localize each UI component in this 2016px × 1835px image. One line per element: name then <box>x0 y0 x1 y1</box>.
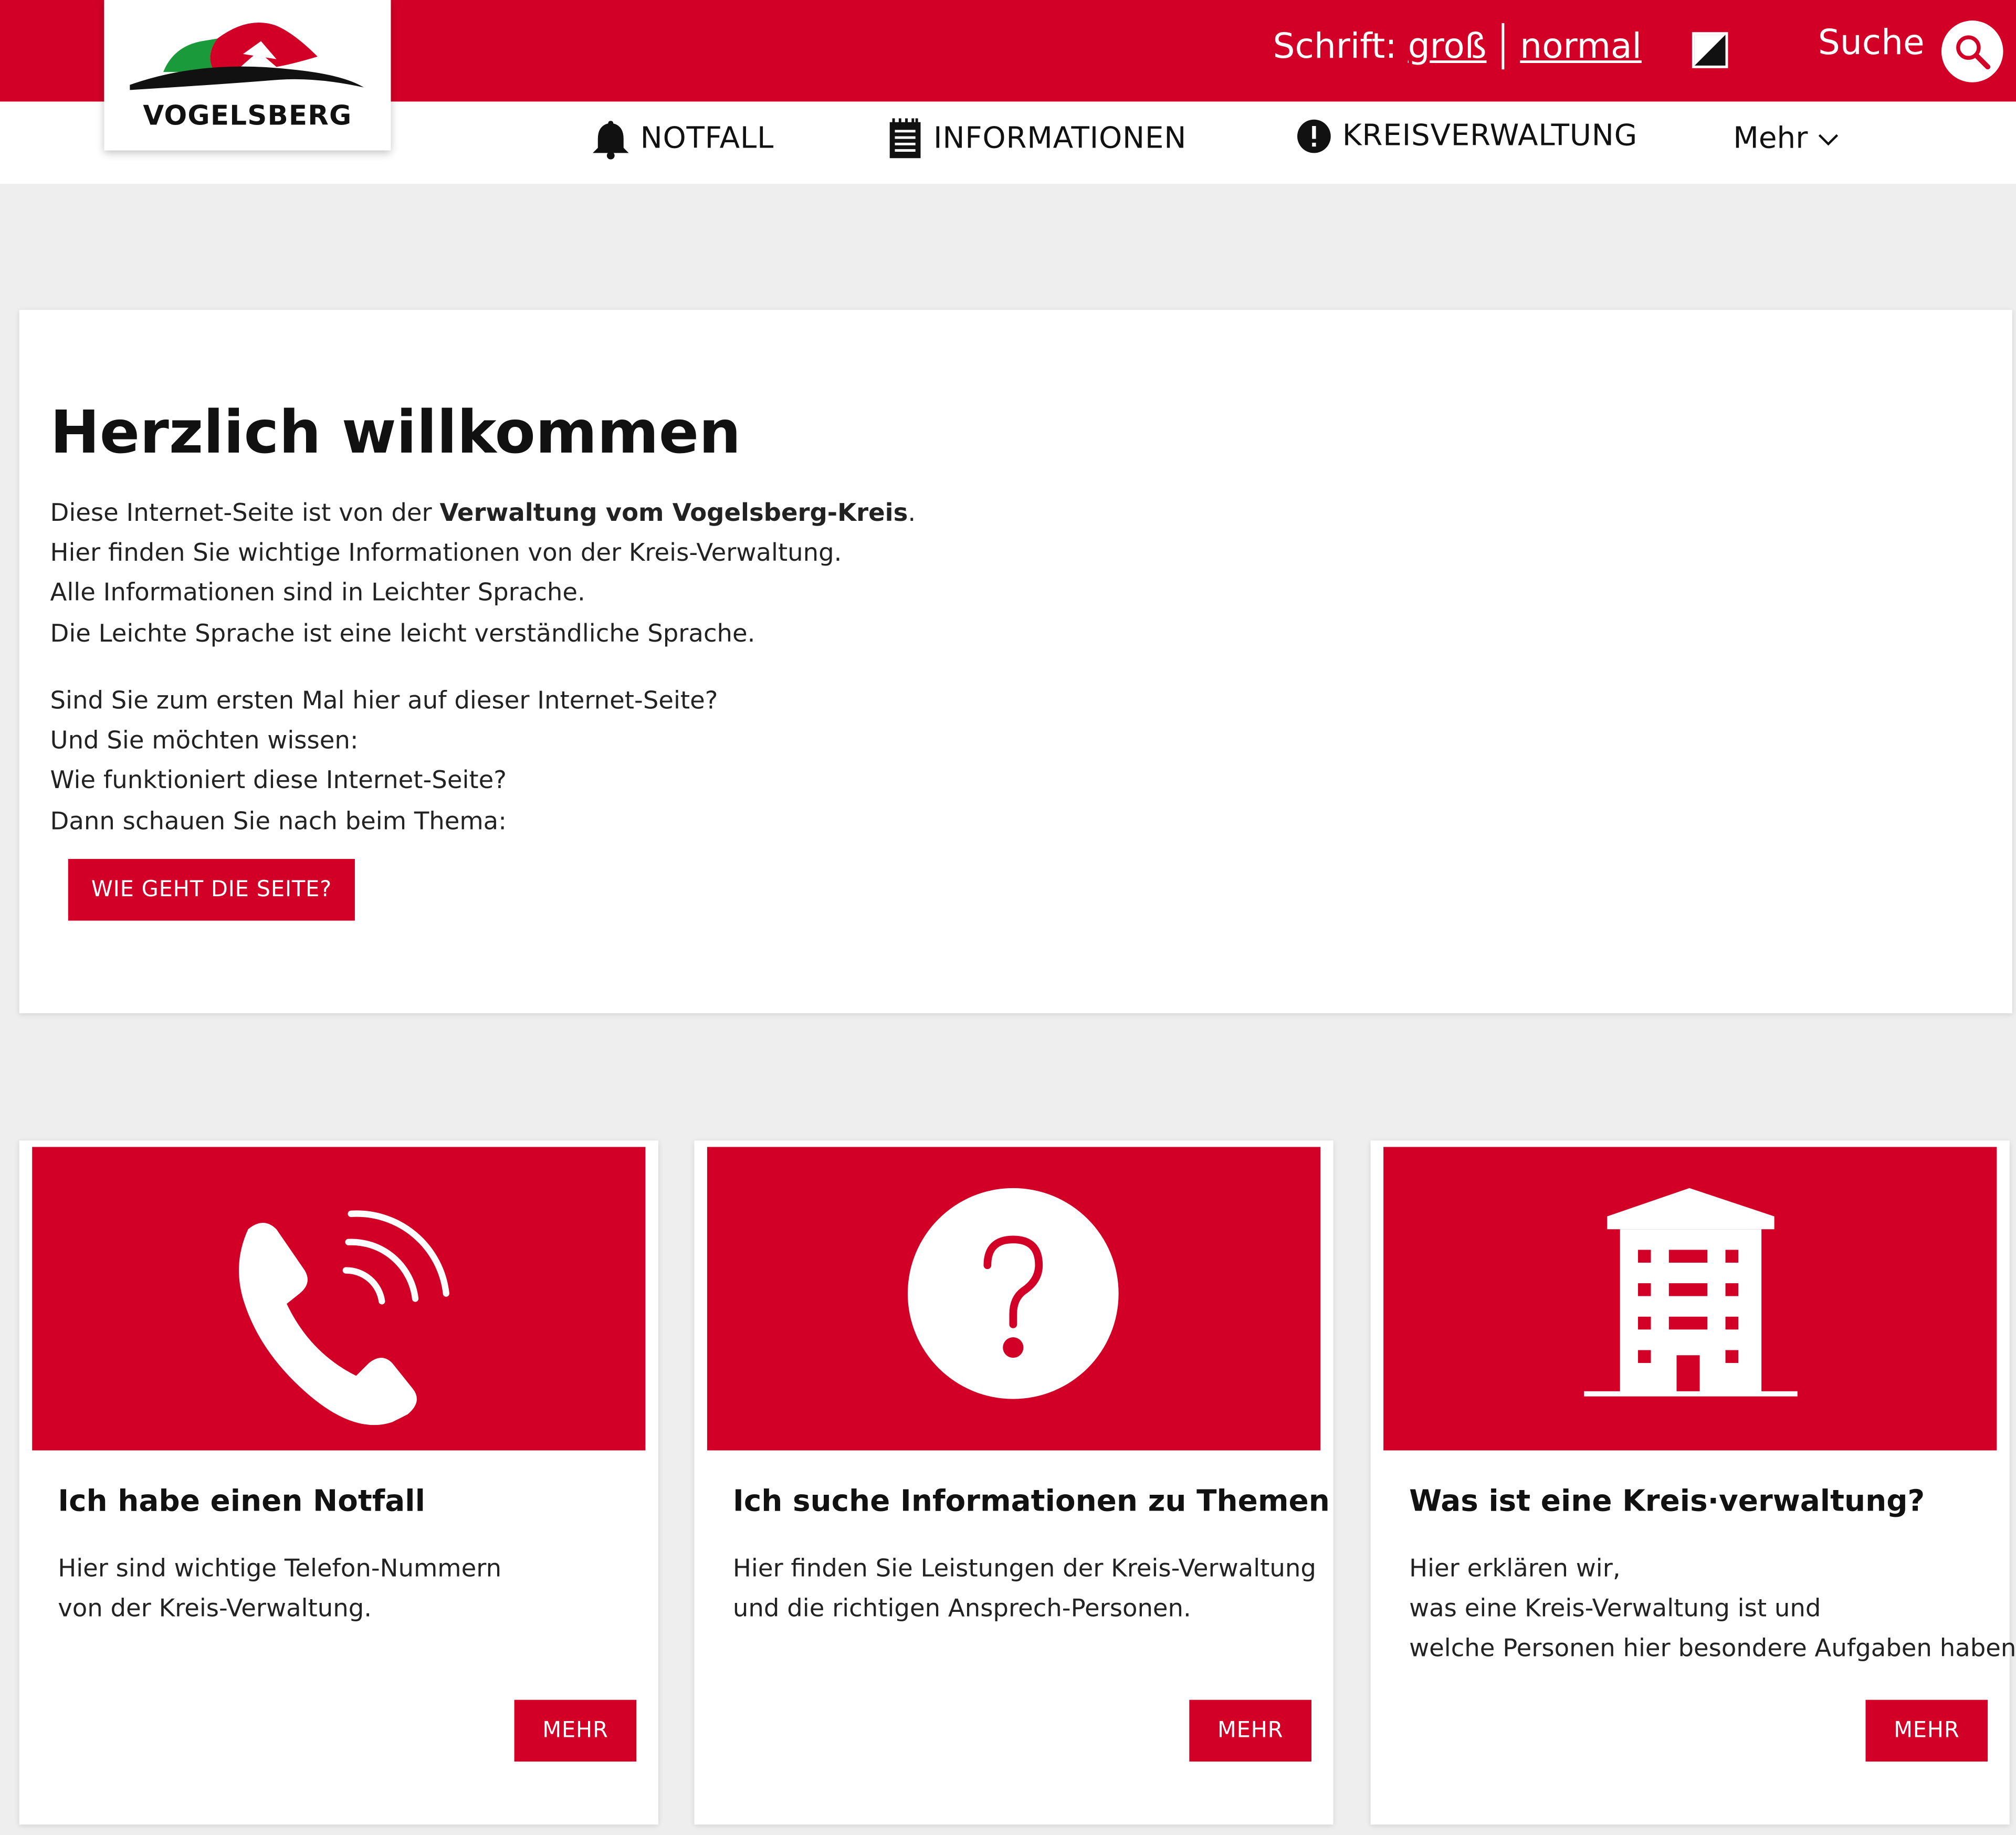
intro-line: Hier finden Sie wichtige Informationen v… <box>50 539 842 568</box>
intro-text: . <box>908 499 916 528</box>
phone-icon <box>239 1210 449 1425</box>
nav-item-notfall[interactable]: NOTFALL <box>592 118 774 160</box>
nav-more-label: Mehr <box>1733 122 1808 156</box>
more-button[interactable]: MEHR <box>514 1700 637 1762</box>
font-size-large-link[interactable]: groß <box>1408 26 1487 66</box>
more-button[interactable]: MEHR <box>1189 1700 1311 1762</box>
intro-bold-text: Verwaltung vom Vogelsberg-Kreis <box>439 499 908 528</box>
page-title: Herzlich willkommen <box>50 397 741 467</box>
intro-line: Die Leichte Sprache ist eine leicht vers… <box>50 619 755 648</box>
card-text-line: Hier finden Sie Leistungen der Kreis-Ver… <box>732 1554 1316 1583</box>
help-line: Sind Sie zum ersten Mal hier auf dieser … <box>50 686 718 715</box>
help-line: Dann schauen Sie nach beim Thema: <box>50 807 507 835</box>
card-text-line: Hier sind wichtige Telefon-Nummern <box>58 1554 502 1583</box>
card-text-line: von der Kreis-Verwaltung. <box>58 1594 372 1623</box>
card-image <box>1383 1147 1997 1451</box>
help-line: Wie funktioniert diese Internet-Seite? <box>50 767 507 795</box>
font-size-label: Schrift: <box>1273 26 1397 67</box>
nav-item-label: INFORMATIONEN <box>933 122 1187 156</box>
font-size-switch: Schrift: groß normal <box>1273 23 1642 70</box>
info-exclamation-icon <box>1296 118 1332 154</box>
contrast-toggle-icon[interactable] <box>1692 32 1728 68</box>
intro-line: Diese Internet-Seite ist von der Verwalt… <box>50 494 916 533</box>
card-title: Ich habe einen Notfall <box>58 1485 425 1519</box>
card-description: Hier erklären wir, was eine Kreis-Verwal… <box>1409 1549 2016 1669</box>
chevron-down-icon <box>1818 134 1839 146</box>
more-button[interactable]: MEHR <box>1865 1700 1988 1762</box>
card-description: Hier finden Sie Leistungen der Kreis-Ver… <box>733 1549 1316 1629</box>
intro-text: Diese Internet-Seite ist von der <box>50 499 440 528</box>
nav-item-label: NOTFALL <box>640 122 774 156</box>
card-description: Hier sind wichtige Telefon-Nummern von d… <box>58 1549 501 1629</box>
card-title: Was ist eine Kreis·verwaltung? <box>1409 1485 1925 1519</box>
help-line: Und Sie möchten wissen: <box>50 727 359 756</box>
card-notfall: Ich habe einen Notfall Hier sind wichtig… <box>19 1140 658 1825</box>
card-image <box>707 1147 1321 1451</box>
card-informationen: Ich suche Informationen zu Themen Hier f… <box>694 1140 1334 1825</box>
nav-more-dropdown[interactable]: Mehr <box>1733 122 1841 156</box>
nav-item-informationen[interactable]: INFORMATIONEN <box>887 118 1186 159</box>
font-size-normal-link[interactable]: normal <box>1520 26 1642 66</box>
search-label[interactable]: Suche <box>1818 23 1925 63</box>
bell-icon <box>592 118 630 160</box>
search-icon <box>1956 35 1991 70</box>
card-image <box>32 1147 646 1451</box>
intro-line: Alle Informationen sind in Leichter Spra… <box>50 579 585 607</box>
question-icon <box>907 1188 1119 1399</box>
card-text-line: was eine Kreis-Verwaltung ist und <box>1409 1594 1821 1623</box>
card-title: Ich suche Informationen zu Themen <box>732 1485 1330 1519</box>
site-logo[interactable]: VOGELSBERG <box>104 0 391 151</box>
card-text-line: und die richtigen Ansprech-Personen. <box>732 1594 1191 1623</box>
page: VOGELSBERG Schrift: groß normal Suche NOT… <box>0 0 2016 1835</box>
logo-text: VOGELSBERG <box>143 100 352 131</box>
building-icon <box>1584 1188 1798 1397</box>
how-it-works-button[interactable]: WIE GEHT DIE SEITE? <box>68 858 355 921</box>
welcome-card: Herzlich willkommen Diese Internet-Seite… <box>19 310 2012 1013</box>
card-kreisverwaltung: Was ist eine Kreis·verwaltung? Hier erkl… <box>1370 1140 2016 1825</box>
notepad-icon <box>887 118 923 159</box>
vogelsberg-logo-icon <box>130 22 364 90</box>
divider <box>1502 23 1505 70</box>
search-button[interactable] <box>1941 20 2003 82</box>
nav-item-label: KREISVERWALTUNG <box>1342 119 1637 153</box>
welcome-help: Sind Sie zum ersten Mal hier auf dieser … <box>50 681 718 842</box>
nav-item-kreisverwaltung[interactable]: KREISVERWALTUNG <box>1296 118 1637 154</box>
welcome-intro: Diese Internet-Seite ist von der Verwalt… <box>50 494 916 654</box>
card-text-line: welche Personen hier besondere Aufgaben … <box>1409 1634 2016 1663</box>
card-text-line: Hier erklären wir, <box>1409 1554 1621 1583</box>
